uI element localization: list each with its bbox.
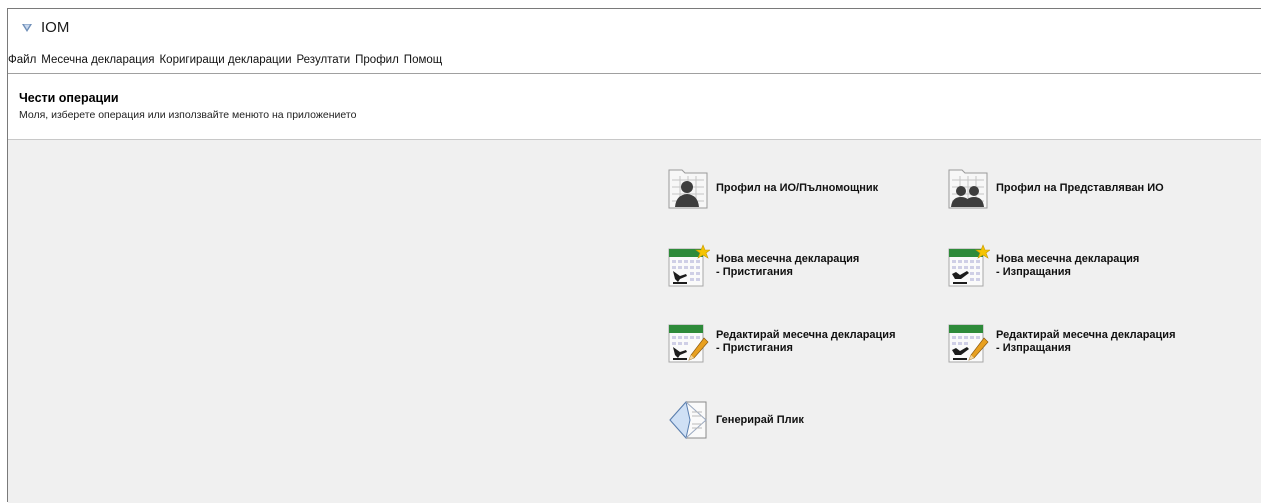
op-profile-io-line1: Профил на ИО/Пълномощник [716, 181, 879, 194]
app-window: IOM Файл Месечна декларация Коригиращи д… [7, 8, 1261, 503]
page-title: Чести операции [19, 91, 119, 105]
chevron-down-icon[interactable] [21, 22, 33, 34]
op-edit-arrivals[interactable]: Редактирай месечна декларация - Пристига… [666, 320, 896, 364]
op-new-arrivals-label: Нова месечна декларация - Пристигания [716, 253, 859, 279]
op-edit-dispatches-line1: Редактирай месечна декларация [996, 329, 1176, 341]
menu-bar: Файл Месечна декларация Коригиращи декла… [8, 51, 447, 69]
op-profile-io[interactable]: Профил на ИО/Пълномощник [666, 166, 878, 210]
envelope-icon [669, 400, 707, 440]
op-edit-arrivals-line2: - Пристигания [716, 342, 793, 354]
op-profile-represented-line1: Профил на Представляван ИО [996, 181, 1164, 194]
op-edit-dispatches[interactable]: Редактирай месечна декларация - Изпращан… [946, 320, 1176, 364]
op-generate-envelope-label: Генерирай Плик [716, 414, 804, 427]
op-new-arrivals-line2: - Пристигания [716, 266, 793, 278]
calendar-arrival-pencil-icon [668, 324, 709, 363]
page-header: Чести операции Моля, изберете операция и… [8, 74, 1261, 140]
calendar-departure-pencil-icon [948, 324, 989, 363]
op-profile-io-label: Профил на ИО/Пълномощник [716, 182, 878, 195]
op-new-arrivals-line1: Нова месечна декларация [716, 253, 860, 265]
op-new-dispatches[interactable]: Нова месечна декларация - Изпращания [946, 244, 1139, 288]
operations-panel: Профил на ИО/Пълномощник Профил на Предс… [8, 140, 1261, 503]
page-subtitle: Моля, изберете операция или използвайте … [19, 109, 357, 121]
menu-corrective-declarations[interactable]: Коригиращи декларации [159, 54, 294, 66]
op-profile-represented[interactable]: Профил на Представляван ИО [946, 166, 1164, 210]
op-generate-envelope[interactable]: Генерирай Плик [666, 398, 804, 442]
op-new-arrivals[interactable]: Нова месечна декларация - Пристигания [666, 244, 859, 288]
op-generate-envelope-line1: Генерирай Плик [716, 413, 804, 426]
menu-results[interactable]: Резултати [297, 54, 354, 66]
calendar-departure-star-icon [948, 244, 990, 287]
op-edit-dispatches-label: Редактирай месечна декларация - Изпращан… [996, 329, 1176, 355]
op-edit-arrivals-line1: Редактирай месечна декларация [716, 329, 896, 341]
menu-profile[interactable]: Профил [355, 54, 402, 66]
menu-file[interactable]: Файл [8, 54, 39, 66]
op-edit-arrivals-label: Редактирай месечна декларация - Пристига… [716, 329, 896, 355]
window-title: IOM [41, 18, 70, 36]
menu-monthly-declaration[interactable]: Месечна декларация [41, 54, 157, 66]
menu-help[interactable]: Помощ [404, 54, 445, 66]
calendar-arrival-star-icon [668, 244, 710, 287]
op-new-dispatches-line2: - Изпращания [996, 266, 1071, 278]
op-new-dispatches-line1: Нова месечна декларация [996, 253, 1140, 265]
title-bar: IOM [8, 9, 1261, 45]
op-edit-dispatches-line2: - Изпращания [996, 342, 1071, 354]
op-new-dispatches-label: Нова месечна декларация - Изпращания [996, 253, 1139, 279]
op-profile-represented-label: Профил на Представляван ИО [996, 182, 1164, 195]
people-card-icon [948, 169, 988, 209]
person-card-icon [668, 169, 708, 209]
